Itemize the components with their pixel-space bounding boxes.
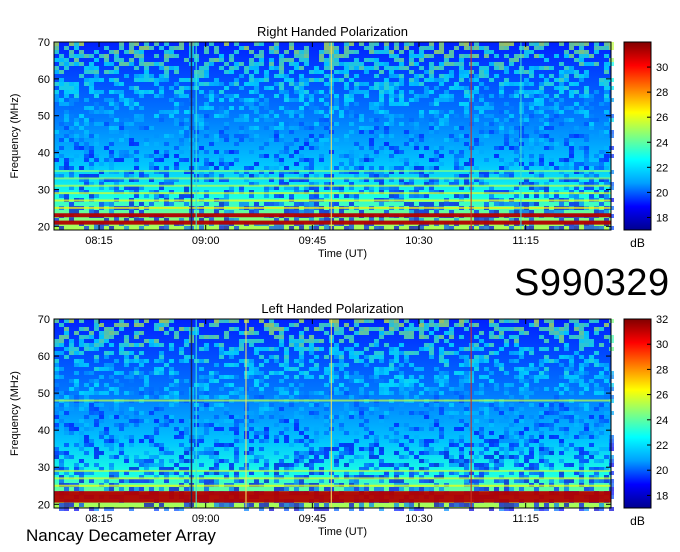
colorbar-tick-label: 30 [656, 339, 668, 351]
x-axis-label: Time (UT) [318, 248, 367, 260]
interference-band [54, 477, 611, 480]
interference-band [54, 199, 611, 202]
colorbar-tick-label: 22 [656, 162, 668, 174]
y-tick-label: 70 [38, 37, 50, 49]
y-tick-label: 50 [38, 388, 50, 400]
x-tick-label: 10:30 [405, 235, 433, 247]
interference-band [54, 177, 611, 180]
colorbar-label: dB [630, 236, 645, 250]
y-tick-label: 70 [38, 314, 50, 326]
x-tick-label: 08:15 [85, 235, 113, 247]
colorbar-tick-label: 32 [656, 314, 668, 326]
colorbar-tick-label: 18 [656, 212, 668, 224]
y-axis-label: Frequency (MHz) [9, 94, 21, 179]
x-tick-label: 09:00 [192, 235, 220, 247]
interference-band [54, 498, 611, 503]
x-tick-label: 11:15 [512, 513, 539, 525]
interference-band [54, 494, 611, 499]
x-tick-label: 09:45 [299, 235, 327, 247]
panel-title: Right Handed Polarization [257, 24, 408, 39]
observatory-name: Nancay Decameter Array [26, 526, 216, 545]
colorbar-tick-label: 22 [656, 440, 668, 452]
colorbar [623, 41, 652, 231]
y-tick-label: 40 [38, 425, 50, 437]
colorbar-tick-label: 30 [656, 62, 668, 74]
x-tick-label: 11:15 [512, 235, 539, 247]
x-tick-label: 08:15 [85, 513, 113, 525]
colorbar-tick-label: 26 [656, 390, 668, 402]
y-tick-label: 60 [38, 351, 50, 363]
colorbar-tick-label: 24 [656, 415, 668, 427]
colorbar-tick-label: 28 [656, 87, 668, 99]
y-tick-label: 60 [38, 74, 50, 86]
colorbar-tick-label: 20 [656, 187, 668, 199]
y-tick-label: 20 [38, 221, 50, 233]
x-tick-label: 09:00 [192, 513, 220, 525]
colorbar-tick-label: 24 [656, 137, 668, 149]
interference-band [54, 184, 611, 187]
colorbar-tick-label: 26 [656, 112, 668, 124]
interference-band [54, 192, 611, 195]
interference-band [54, 220, 611, 225]
spectrogram-panel-1: Right Handed Polarization 20 30 40 50 60 70 Fre… [9, 24, 668, 260]
x-tick-label: 09:45 [299, 513, 327, 525]
x-tick-label: 10:30 [405, 513, 433, 525]
colorbar-label: dB [630, 514, 645, 528]
observation-code: S990329 [514, 262, 670, 304]
y-tick-label: 50 [38, 111, 50, 123]
interference-band [54, 484, 611, 487]
colorbar [623, 318, 652, 509]
colorbar-tick-label: 20 [656, 465, 668, 477]
interference-band [54, 213, 611, 218]
interference-band [54, 206, 611, 209]
colorbar-tick-label: 18 [656, 490, 668, 502]
colorbar-tick-label: 28 [656, 364, 668, 376]
interference-band [54, 491, 611, 496]
y-tick-label: 30 [38, 184, 50, 196]
interference-band [54, 170, 611, 173]
y-axis-label: Frequency (MHz) [9, 371, 21, 456]
panel-title: Left Handed Polarization [261, 301, 403, 316]
x-axis-label: Time (UT) [318, 526, 367, 538]
interference-band [54, 399, 611, 402]
y-tick-label: 20 [38, 499, 50, 511]
interference-band [54, 469, 611, 472]
y-tick-label: 40 [38, 148, 50, 160]
spectrogram-panel-2: Left Handed Polarization 20 30 40 50 60 70 Freq… [9, 301, 668, 538]
y-tick-label: 30 [38, 462, 50, 474]
